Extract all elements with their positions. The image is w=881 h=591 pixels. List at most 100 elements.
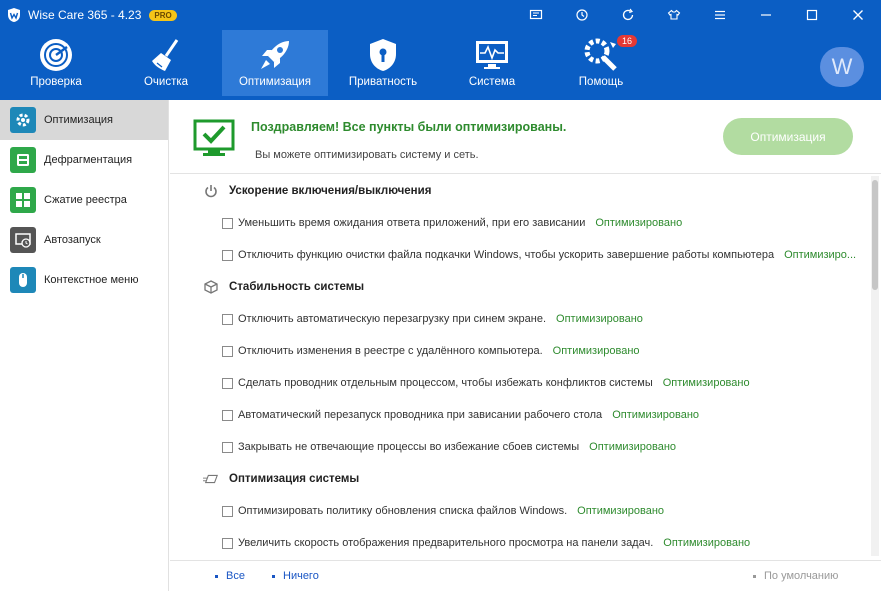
maximize-icon[interactable] — [789, 0, 835, 30]
update-icon[interactable] — [559, 0, 605, 30]
list-item[interactable]: Уменьшить время ожидания ответа приложен… — [170, 207, 881, 239]
sidebar-item-label: Сжатие реестра — [44, 194, 127, 206]
item-checkbox[interactable] — [222, 409, 233, 421]
sidebar-item-registry[interactable]: Сжатие реестра — [0, 180, 168, 220]
section-title: Ускорение включения/выключения — [229, 185, 432, 197]
monitor-check-icon — [193, 119, 235, 157]
list-item[interactable]: Отключить автоматическую перезагрузку пр… — [170, 303, 881, 335]
list-item[interactable]: Сделать проводник отдельным процессом, ч… — [170, 367, 881, 399]
selection-footer: Все Ничего По умолчанию — [170, 560, 881, 591]
section-header: Оптимизация системы — [170, 463, 881, 495]
item-status: Оптимизиро... — [784, 249, 857, 261]
section-header: Стабильность системы — [170, 271, 881, 303]
toolbar-label: Проверка — [30, 76, 82, 88]
monitor-pulse-icon — [472, 37, 512, 73]
item-status: Оптимизировано — [595, 217, 683, 229]
tools-icon: 16 — [581, 35, 637, 73]
toolbar-label: Система — [468, 76, 516, 88]
item-text: Уменьшить время ожидания ответа приложен… — [238, 217, 586, 229]
toolbar-label: Очистка — [143, 76, 189, 88]
item-text: Сделать проводник отдельным процессом, ч… — [238, 377, 653, 389]
item-status: Оптимизировано — [577, 505, 665, 517]
skin-icon[interactable] — [651, 0, 697, 30]
item-status: Оптимизировано — [556, 313, 643, 325]
select-none-label: Ничего — [283, 570, 319, 582]
list-item[interactable]: Отключить функцию очистки файла подкачки… — [170, 239, 881, 271]
minimize-icon[interactable] — [743, 0, 789, 30]
app-logo-icon — [6, 7, 22, 23]
power-icon — [203, 183, 219, 199]
main-toolbar: Проверка Очистка Оптимизация Приватность… — [0, 30, 881, 100]
list-item[interactable]: Увеличить скорость отображения предварит… — [170, 527, 881, 559]
item-checkbox[interactable] — [222, 345, 233, 357]
item-checkbox[interactable] — [222, 377, 233, 389]
sidebar-item-optimize[interactable]: Оптимизация — [0, 100, 168, 140]
close-icon[interactable] — [835, 0, 881, 30]
toolbar-item-optimize[interactable]: Оптимизация — [222, 30, 328, 96]
app-title: Wise Care 365 - 4.23 — [28, 8, 142, 22]
sidebar-item-autorun[interactable]: Автозапуск — [0, 220, 168, 260]
cube-icon — [203, 279, 219, 295]
menu-icon[interactable] — [697, 0, 743, 30]
toolbar-item-help[interactable]: 16 Помощь — [548, 30, 654, 96]
item-checkbox[interactable] — [222, 249, 233, 261]
toolbar-label: Помощь — [578, 76, 624, 88]
toolbar-item-privacy[interactable]: Приватность — [330, 30, 436, 96]
default-link[interactable]: По умолчанию — [753, 570, 838, 582]
item-checkbox[interactable] — [222, 537, 233, 549]
section-title: Стабильность системы — [229, 281, 365, 293]
notification-badge: 16 — [616, 35, 637, 47]
item-status: Оптимизировано — [662, 377, 750, 389]
toolbar-label: Приватность — [348, 76, 418, 88]
toolbar-item-system[interactable]: Система — [439, 30, 545, 96]
optimization-list: Ускорение включения/выключения Уменьшить… — [170, 175, 881, 559]
defrag-icon — [10, 147, 36, 173]
optimize-icon — [10, 107, 36, 133]
list-item[interactable]: Закрывать не отвечающие процессы во избе… — [170, 431, 881, 463]
item-text: Отключить изменения в реестре с удалённо… — [238, 345, 543, 357]
list-item[interactable]: Оптимизировать политику обновления списк… — [170, 495, 881, 527]
optimize-button[interactable]: Оптимизация — [723, 118, 853, 155]
sidebar-item-label: Автозапуск — [44, 234, 101, 246]
title-bar: Wise Care 365 - 4.23 PRO — [0, 0, 881, 30]
toolbar-item-clean[interactable]: Очистка — [113, 30, 219, 96]
shield-icon — [363, 37, 403, 73]
sidebar-item-defrag[interactable]: Дефрагментация — [0, 140, 168, 180]
list-item[interactable]: Отключить изменения в реестре с удалённо… — [170, 335, 881, 367]
feedback-icon[interactable] — [513, 0, 559, 30]
sidebar-item-context-menu[interactable]: Контекстное меню — [0, 260, 168, 300]
section-header: Ускорение включения/выключения — [170, 175, 881, 207]
item-checkbox[interactable] — [222, 441, 233, 453]
scrollbar-thumb[interactable] — [872, 180, 878, 290]
item-text: Увеличить скорость отображения предварит… — [238, 537, 654, 549]
item-text: Закрывать не отвечающие процессы во избе… — [238, 441, 580, 453]
result-subtitle: Вы можете оптимизировать систему и сеть. — [255, 149, 479, 161]
pro-badge: PRO — [149, 9, 177, 21]
list-item[interactable]: Автоматический перезапуск проводника при… — [170, 399, 881, 431]
toolbar-item-scan[interactable]: Проверка — [3, 30, 109, 96]
select-none-link[interactable]: Ничего — [272, 570, 319, 582]
user-avatar[interactable]: W — [820, 47, 864, 87]
result-header: Поздравляем! Все пункты были оптимизиров… — [170, 100, 881, 174]
refresh-icon[interactable] — [605, 0, 651, 30]
item-status: Оптимизировано — [552, 345, 640, 357]
item-status: Оптимизировано — [612, 409, 700, 421]
item-status: Оптимизировано — [589, 441, 677, 453]
item-checkbox[interactable] — [222, 217, 233, 229]
list-scrollbar[interactable] — [871, 176, 879, 556]
autorun-icon — [10, 227, 36, 253]
select-all-label: Все — [226, 570, 245, 582]
section-title: Оптимизация системы — [229, 473, 360, 485]
select-all-link[interactable]: Все — [215, 570, 245, 582]
registry-icon — [10, 187, 36, 213]
item-checkbox[interactable] — [222, 505, 233, 517]
item-text: Оптимизировать политику обновления списк… — [238, 505, 568, 517]
mouse-icon — [10, 267, 36, 293]
item-checkbox[interactable] — [222, 313, 233, 325]
toolbar-label: Оптимизация — [238, 76, 312, 88]
default-label: По умолчанию — [764, 570, 839, 582]
broom-icon — [146, 37, 186, 73]
radar-icon — [36, 37, 76, 73]
sidebar-item-label: Оптимизация — [44, 114, 113, 126]
item-text: Отключить автоматическую перезагрузку пр… — [238, 313, 547, 325]
